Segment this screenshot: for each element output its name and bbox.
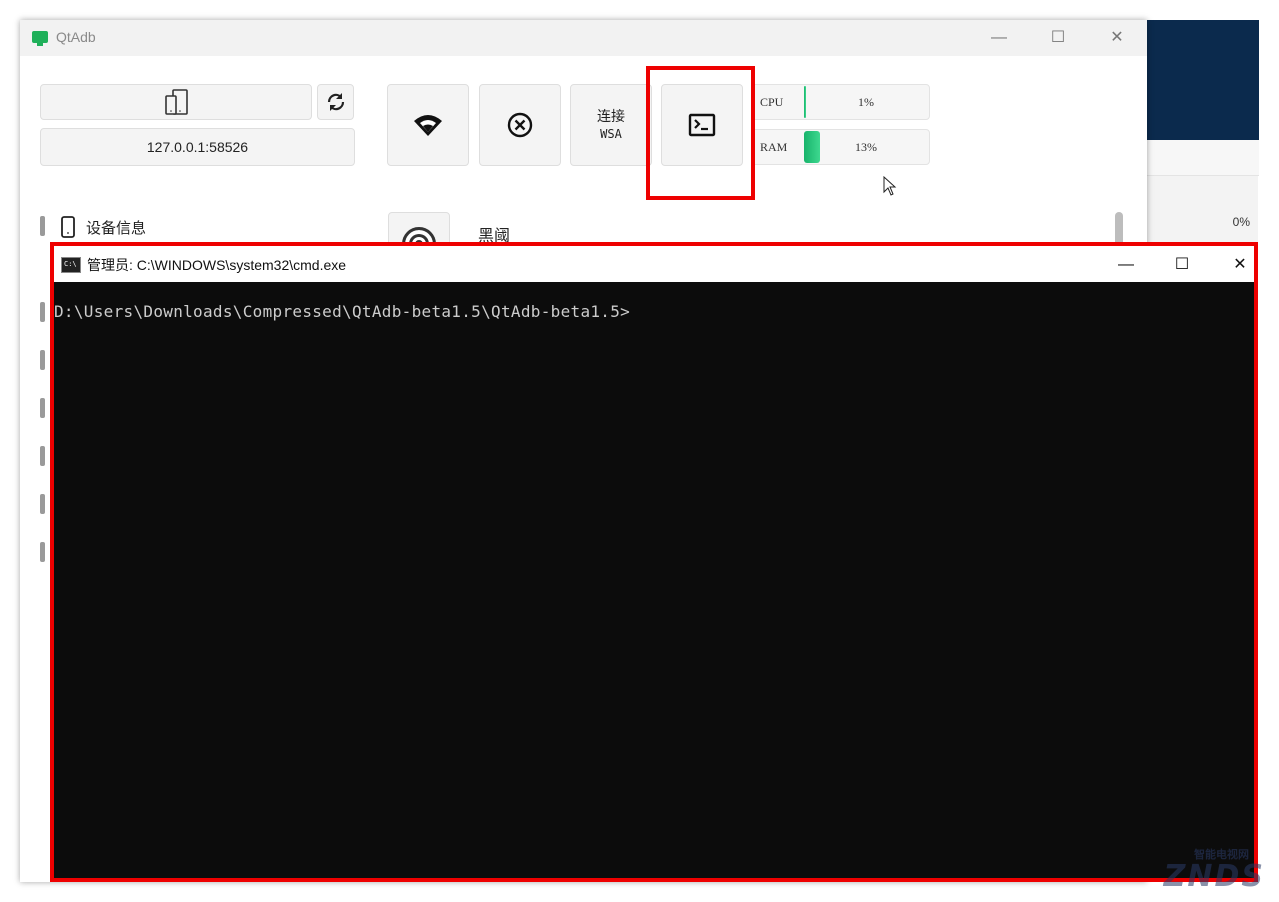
cmd-prompt-line[interactable]: D:\Users\Downloads\Compressed\QtAdb-beta… (54, 302, 630, 321)
maximize-button[interactable]: ☐ (1043, 26, 1073, 50)
cmd-titlebar[interactable]: C:\ 管理员: C:\WINDOWS\system32\cmd.exe — ☐… (54, 246, 1254, 282)
phone-icon (61, 216, 75, 238)
wireless-connect-button[interactable] (387, 84, 469, 166)
cpu-label: CPU (760, 95, 784, 109)
connect-wsa-sublabel: WSA (600, 127, 622, 141)
ram-label: RAM (760, 140, 788, 154)
terminal-button-highlight (646, 66, 755, 200)
sidebar-indicator (40, 542, 45, 562)
device-select-button[interactable] (40, 84, 312, 120)
wifi-icon (414, 115, 442, 136)
cmd-icon: C:\ (61, 257, 81, 273)
disconnect-button[interactable] (479, 84, 561, 166)
sidebar-item-device-info-label: 设备信息 (86, 219, 147, 237)
connect-wsa-button[interactable]: 连接 WSA (570, 84, 652, 166)
cmd-icon-text: C:\ (64, 260, 77, 268)
phones-icon (165, 89, 188, 115)
ip-address-button[interactable]: 127.0.0.1:58526 (40, 128, 355, 166)
sidebar-indicator (40, 302, 45, 322)
cpu-value: 1% (858, 95, 874, 109)
sidebar-indicator (40, 350, 45, 370)
watermark-logo: ZNDS (1163, 859, 1265, 894)
close-button[interactable]: ✕ (1102, 26, 1132, 50)
cmd-minimize-button[interactable]: — (1108, 252, 1144, 278)
background-window-percent: 0% (1232, 215, 1250, 229)
mouse-cursor-icon (883, 176, 897, 196)
background-window-row (1147, 140, 1259, 176)
cpu-meter: CPU 1% (751, 84, 930, 120)
background-window-banner (1147, 20, 1259, 140)
cmd-close-button[interactable]: ✕ (1222, 252, 1258, 278)
qtadb-logo-icon (32, 31, 48, 46)
qtadb-title: QtAdb (56, 29, 96, 45)
refresh-button[interactable] (317, 84, 354, 120)
connect-wsa-label: 连接 (597, 108, 625, 124)
minimize-button[interactable]: — (984, 26, 1014, 50)
ram-value: 13% (855, 140, 877, 154)
sidebar-indicator (40, 446, 45, 466)
refresh-icon (327, 93, 344, 111)
ram-meter: RAM 13% (751, 129, 930, 165)
sidebar-item-device-info[interactable]: 设备信息 (60, 216, 146, 238)
cmd-window: C:\ 管理员: C:\WINDOWS\system32\cmd.exe — ☐… (50, 242, 1258, 882)
close-circle-icon (507, 112, 533, 138)
cmd-title: 管理员: C:\WINDOWS\system32\cmd.exe (87, 257, 347, 273)
sidebar-indicator (40, 216, 45, 236)
cmd-maximize-button[interactable]: ☐ (1164, 252, 1200, 278)
qtadb-titlebar[interactable]: QtAdb — ☐ ✕ (20, 20, 1147, 56)
sidebar-indicator (40, 494, 45, 514)
sidebar-indicator (40, 398, 45, 418)
